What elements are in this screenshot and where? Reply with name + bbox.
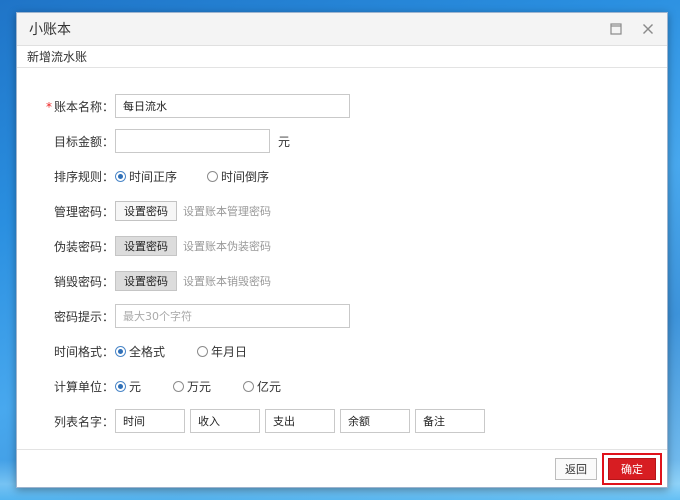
calc-unit-label: 计算单位： [53, 379, 114, 394]
radio-checked-icon [115, 345, 126, 357]
row-column-names: 列表名字： 时间 收入 支出 余额 备注 [17, 409, 667, 433]
required-mark: * [45, 99, 52, 114]
title-bar: 小账本 [17, 13, 667, 46]
row-calc-unit: 计算单位： 元 万元 亿元 [17, 374, 667, 398]
destroy-password-hint: 设置账本销毁密码 [183, 275, 271, 288]
column-names-label: 列表名字： [53, 414, 114, 429]
row-sort-rule: 排序规则： 时间正序 时间倒序 [17, 164, 667, 188]
radio-unchecked-icon [207, 170, 219, 182]
time-format-label: 时间格式： [53, 344, 114, 359]
time-ymd-radio[interactable]: 年月日 [197, 343, 247, 360]
sort-asc-label: 时间正序 [129, 169, 178, 184]
column-name-input-income[interactable]: 收入 [190, 409, 260, 433]
row-account-name: * 账本名称： 每日流水 [17, 94, 667, 118]
row-time-format: 时间格式： 全格式 年月日 [17, 339, 667, 363]
column-name-input-time[interactable]: 时间 [115, 409, 185, 433]
password-hint-label: 密码提示： [53, 309, 114, 324]
account-name-label-text: 账本名称： [53, 99, 114, 114]
sort-rule-label: 排序规则： [53, 169, 114, 184]
section-title: 新增流水账 [17, 46, 667, 68]
unit-wan-label: 万元 [187, 379, 212, 394]
radio-checked-icon [115, 170, 126, 182]
target-amount-unit: 元 [278, 134, 291, 149]
set-fake-password-button[interactable]: 设置密码 [115, 236, 177, 256]
close-button[interactable] [639, 20, 657, 38]
destroy-password-label: 销毁密码： [53, 274, 114, 289]
manage-password-label: 管理密码： [53, 204, 114, 219]
column-name-input-balance[interactable]: 余额 [340, 409, 410, 433]
target-amount-input[interactable] [115, 129, 270, 153]
row-target-amount: 目标金额： 元 [17, 129, 667, 153]
sort-asc-radio[interactable]: 时间正序 [115, 168, 177, 185]
password-hint-input[interactable]: 最大30个字符 [115, 304, 350, 328]
account-form: * 账本名称： 每日流水 目标金额： 元 排序规则： 时间正序 时间倒序 管理密码… [17, 68, 667, 460]
row-manage-password: 管理密码： 设置密码 设置账本管理密码 [17, 199, 667, 223]
unit-yi-radio[interactable]: 亿元 [243, 378, 281, 395]
fake-password-label: 伪装密码： [53, 239, 114, 254]
unit-yuan-radio[interactable]: 元 [115, 378, 141, 395]
sort-desc-label: 时间倒序 [221, 169, 270, 184]
column-name-input-note[interactable]: 备注 [415, 409, 485, 433]
target-amount-label: 目标金额： [53, 134, 114, 149]
manage-password-hint: 设置账本管理密码 [183, 205, 271, 218]
row-password-hint: 密码提示： 最大30个字符 [17, 304, 667, 328]
close-icon [643, 24, 653, 34]
window-title: 小账本 [29, 22, 71, 38]
time-ymd-label: 年月日 [211, 344, 248, 359]
unit-yi-label: 亿元 [257, 379, 282, 394]
row-fake-password: 伪装密码： 设置密码 设置账本伪装密码 [17, 234, 667, 258]
sort-desc-radio[interactable]: 时间倒序 [207, 168, 269, 185]
account-name-input[interactable]: 每日流水 [115, 94, 350, 118]
time-full-label: 全格式 [129, 344, 166, 359]
ok-button-highlight: 确定 [602, 453, 662, 485]
back-button[interactable]: 返回 [555, 458, 597, 480]
radio-unchecked-icon [173, 380, 185, 392]
fake-password-hint: 设置账本伪装密码 [183, 240, 271, 253]
set-manage-password-button[interactable]: 设置密码 [115, 201, 177, 221]
time-full-radio[interactable]: 全格式 [115, 343, 165, 360]
maximize-icon [610, 23, 622, 35]
radio-checked-icon [115, 380, 126, 392]
unit-yuan-label: 元 [129, 379, 142, 394]
dialog-footer: 返回 确定 [17, 449, 667, 487]
unit-wan-radio[interactable]: 万元 [173, 378, 211, 395]
radio-unchecked-icon [243, 380, 255, 392]
radio-unchecked-icon [197, 345, 209, 357]
ok-button[interactable]: 确定 [608, 458, 656, 480]
column-name-input-expense[interactable]: 支出 [265, 409, 335, 433]
account-name-label: * 账本名称： [46, 98, 114, 115]
row-destroy-password: 销毁密码： 设置密码 设置账本销毁密码 [17, 269, 667, 293]
maximize-button[interactable] [607, 20, 625, 38]
set-destroy-password-button[interactable]: 设置密码 [115, 271, 177, 291]
account-dialog: 小账本 新增流水账 * 账本名称： 每日流水 目标金额： 元 排序规则： 时间正… [16, 12, 668, 488]
